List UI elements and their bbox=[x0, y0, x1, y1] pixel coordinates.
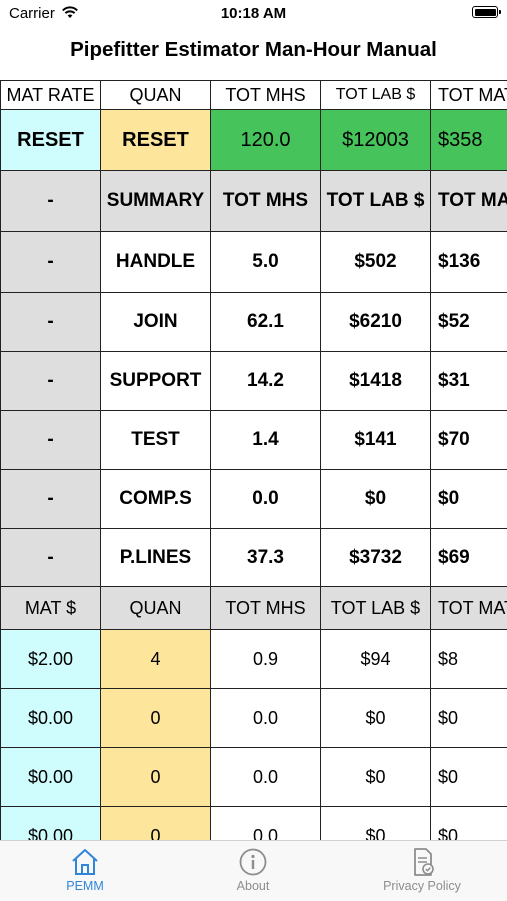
summary-header-lab: TOT LAB $ bbox=[321, 171, 431, 232]
reset-mat-button[interactable]: RESET bbox=[0, 110, 101, 171]
item-lab-value: $0 bbox=[321, 748, 431, 807]
summary-row-dash: - bbox=[0, 352, 101, 411]
header-quan: QUAN bbox=[101, 80, 211, 110]
summary-row-comp-s[interactable]: - COMP.S 0.0 $0 $0 bbox=[0, 470, 507, 529]
house-icon bbox=[72, 849, 98, 875]
items-header-mat: MAT $ bbox=[0, 587, 101, 630]
item-totmat-value: $8 bbox=[431, 630, 507, 689]
clock: 10:18 AM bbox=[220, 5, 287, 22]
summary-row-lab: $502 bbox=[321, 232, 431, 293]
summary-row-mhs: 37.3 bbox=[211, 529, 321, 587]
item-mat-input[interactable]: $2.00 bbox=[0, 630, 101, 689]
summary-row-label[interactable]: P.LINES bbox=[101, 529, 211, 587]
summary-row-mhs: 1.4 bbox=[211, 411, 321, 470]
tab-privacy-policy[interactable]: Privacy Policy bbox=[372, 841, 472, 901]
summary-row-dash: - bbox=[0, 293, 101, 352]
summary-row-label[interactable]: COMP.S bbox=[101, 470, 211, 529]
tab-label: Privacy Policy bbox=[383, 879, 461, 893]
items-header-quan: QUAN bbox=[101, 587, 211, 630]
summary-row-mhs: 0.0 bbox=[211, 470, 321, 529]
summary-header-mat: TOT MAT $ bbox=[431, 171, 507, 232]
item-lab-value: $94 bbox=[321, 630, 431, 689]
summary-dash: - bbox=[0, 171, 101, 232]
item-totmat-value: $0 bbox=[431, 748, 507, 807]
item-lab-value: $0 bbox=[321, 807, 431, 840]
item-quan-input[interactable]: 0 bbox=[101, 807, 211, 840]
summary-row-p-lines[interactable]: - P.LINES 37.3 $3732 $69 bbox=[0, 529, 507, 587]
summary-row-label[interactable]: JOIN bbox=[101, 293, 211, 352]
summary-title: SUMMARY bbox=[101, 171, 211, 232]
items-header-lab: TOT LAB $ bbox=[321, 587, 431, 630]
header-tot-mhs: TOT MHS bbox=[211, 80, 321, 110]
tab-about[interactable]: About bbox=[213, 841, 293, 901]
item-row: $0.00 0 0.0 $0 $0 bbox=[0, 748, 507, 807]
header-row: MAT RATE QUAN TOT MHS TOT LAB $ TOT MAT … bbox=[0, 80, 507, 110]
summary-row-mat: $69 bbox=[431, 529, 507, 587]
summary-row-lab: $6210 bbox=[321, 293, 431, 352]
document-check-icon bbox=[414, 848, 434, 876]
summary-row-lab: $141 bbox=[321, 411, 431, 470]
item-mhs-value: 0.0 bbox=[211, 689, 321, 748]
summary-row-mhs: 62.1 bbox=[211, 293, 321, 352]
header-mat-rate: MAT RATE bbox=[0, 80, 101, 110]
item-mat-input[interactable]: $0.00 bbox=[0, 689, 101, 748]
summary-header-mhs: TOT MHS bbox=[211, 171, 321, 232]
item-row: $0.00 0 0.0 $0 $0 bbox=[0, 807, 507, 840]
header-tot-mat: TOT MAT $ bbox=[431, 80, 507, 110]
page-title: Pipefitter Estimator Man-Hour Manual bbox=[70, 38, 437, 61]
item-mat-input[interactable]: $0.00 bbox=[0, 807, 101, 840]
info-icon bbox=[239, 848, 267, 876]
item-mhs-value: 0.9 bbox=[211, 630, 321, 689]
summary-row-mhs: 14.2 bbox=[211, 352, 321, 411]
items-header-totmat: TOT MAT bbox=[431, 587, 507, 630]
header-tot-lab: TOT LAB $ bbox=[321, 80, 431, 110]
item-mhs-value: 0.0 bbox=[211, 807, 321, 840]
estimator-grid[interactable]: MAT RATE QUAN TOT MHS TOT LAB $ TOT MAT … bbox=[0, 80, 507, 840]
status-bar: Carrier 10:18 AM bbox=[0, 0, 507, 30]
summary-row-dash: - bbox=[0, 470, 101, 529]
summary-row-handle[interactable]: - HANDLE 5.0 $502 $136 bbox=[0, 232, 507, 293]
summary-row-mat: $136 bbox=[431, 232, 507, 293]
items-header-row: MAT $ QUAN TOT MHS TOT LAB $ TOT MAT bbox=[0, 587, 507, 630]
summary-row-mat: $52 bbox=[431, 293, 507, 352]
item-mhs-value: 0.0 bbox=[211, 748, 321, 807]
summary-row-test[interactable]: - TEST 1.4 $141 $70 bbox=[0, 411, 507, 470]
item-quan-input[interactable]: 0 bbox=[101, 748, 211, 807]
totals-row: RESET RESET 120.0 $12003 $358 bbox=[0, 110, 507, 171]
total-mhs-value: 120.0 bbox=[211, 110, 321, 171]
reset-quan-button[interactable]: RESET bbox=[101, 110, 211, 171]
summary-row-dash: - bbox=[0, 232, 101, 293]
summary-row-support[interactable]: - SUPPORT 14.2 $1418 $31 bbox=[0, 352, 507, 411]
tab-bar: PEMM About Privacy Policy bbox=[0, 840, 507, 901]
total-lab-value: $12003 bbox=[321, 110, 431, 171]
summary-row-dash: - bbox=[0, 411, 101, 470]
summary-row-lab: $1418 bbox=[321, 352, 431, 411]
item-totmat-value: $0 bbox=[431, 807, 507, 841]
total-mat-value: $358 bbox=[431, 110, 507, 171]
tab-pemm[interactable]: PEMM bbox=[45, 841, 125, 901]
item-row: $0.00 0 0.0 $0 $0 bbox=[0, 689, 507, 748]
item-mat-input[interactable]: $0.00 bbox=[0, 748, 101, 807]
summary-row-mhs: 5.0 bbox=[211, 232, 321, 293]
summary-row-mat: $31 bbox=[431, 352, 507, 411]
item-quan-input[interactable]: 0 bbox=[101, 689, 211, 748]
summary-row-label[interactable]: HANDLE bbox=[101, 232, 211, 293]
item-lab-value: $0 bbox=[321, 689, 431, 748]
summary-row-label[interactable]: SUPPORT bbox=[101, 352, 211, 411]
summary-row-mat: $70 bbox=[431, 411, 507, 470]
tab-label: PEMM bbox=[66, 879, 104, 893]
item-row: $2.00 4 0.9 $94 $8 bbox=[0, 630, 507, 689]
summary-row-mat: $0 bbox=[431, 470, 507, 529]
summary-header-row: - SUMMARY TOT MHS TOT LAB $ TOT MAT $ bbox=[0, 171, 507, 232]
item-totmat-value: $0 bbox=[431, 689, 507, 748]
summary-row-label[interactable]: TEST bbox=[101, 411, 211, 470]
tab-label: About bbox=[236, 879, 270, 893]
summary-row-lab: $3732 bbox=[321, 529, 431, 587]
item-quan-input[interactable]: 4 bbox=[101, 630, 211, 689]
battery-icon bbox=[472, 6, 501, 18]
summary-row-dash: - bbox=[0, 529, 101, 587]
summary-row-lab: $0 bbox=[321, 470, 431, 529]
summary-row-join[interactable]: - JOIN 62.1 $6210 $52 bbox=[0, 293, 507, 352]
items-header-mhs: TOT MHS bbox=[211, 587, 321, 630]
